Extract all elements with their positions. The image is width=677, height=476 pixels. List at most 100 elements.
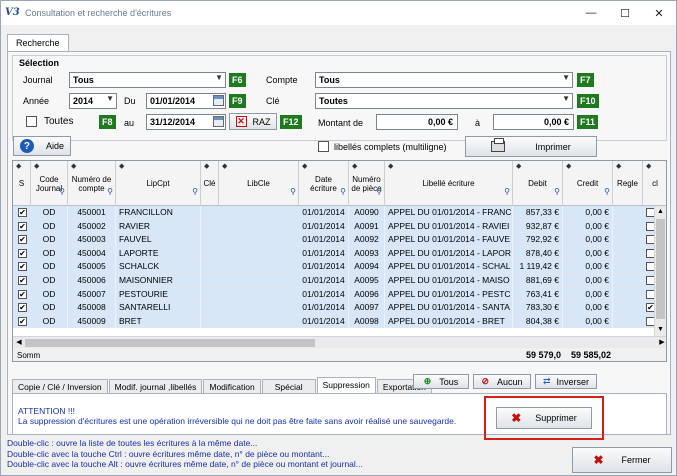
libelles-checkbox[interactable] bbox=[318, 141, 329, 152]
row-select-checkbox[interactable]: ✔ bbox=[18, 303, 27, 313]
col-lipcpt[interactable]: ◆ LipCpt ⚲ bbox=[116, 161, 201, 206]
cell-nom: RAVIER bbox=[116, 219, 201, 234]
aucun-button[interactable]: ⊘ Aucun bbox=[473, 374, 531, 389]
montant-from-input[interactable]: 0,00 € bbox=[376, 114, 458, 130]
col-cle[interactable]: ◆ Clé bbox=[201, 161, 219, 206]
chevron-down-icon: ▼ bbox=[562, 94, 570, 103]
table-row[interactable]: ✔ OD 450008 SANTARELLI 01/01/2014 A0097 APPEL … bbox=[13, 301, 656, 315]
cell-credit: 0,00 € bbox=[563, 219, 613, 234]
calendar-icon[interactable] bbox=[213, 95, 224, 106]
plus-icon: ⊕ bbox=[423, 376, 432, 386]
row-select-checkbox[interactable]: ✔ bbox=[18, 221, 27, 231]
row-select-checkbox[interactable]: ✔ bbox=[18, 262, 27, 272]
search-icon[interactable]: ⚲ bbox=[107, 187, 113, 196]
imprimer-button[interactable]: Imprimer bbox=[465, 136, 597, 157]
date-from-input[interactable]: 01/01/2014 bbox=[146, 93, 226, 109]
minimize-button[interactable]: — bbox=[574, 1, 608, 25]
cell-journal: OD bbox=[31, 219, 68, 234]
search-icon[interactable]: ⚲ bbox=[59, 187, 65, 196]
col-code-journal[interactable]: ◆ Code Journal ⚲ bbox=[31, 161, 68, 206]
cell-piece: A0090 bbox=[349, 206, 385, 220]
table-row[interactable]: ✔ OD 450002 RAVIER 01/01/2014 A0091 APPEL DU 0… bbox=[13, 219, 656, 234]
tab-recherche[interactable]: Recherche bbox=[7, 34, 69, 52]
col-date-ecriture[interactable]: ◆ Date écriture ⚲ bbox=[299, 161, 349, 206]
tous-button[interactable]: ⊕ Tous bbox=[413, 374, 469, 389]
montant-to-input[interactable]: 0,00 € bbox=[493, 114, 574, 130]
cell-compte: 450004 bbox=[68, 246, 116, 261]
col-cl-label: cl bbox=[652, 179, 658, 188]
cell-journal: OD bbox=[31, 301, 68, 315]
search-icon[interactable]: ⚲ bbox=[604, 187, 610, 196]
date-to-input[interactable]: 31/12/2014 bbox=[146, 114, 226, 130]
table-row[interactable]: ✔ OD 450006 MAISONNIER 01/01/2014 A0095 APPEL … bbox=[13, 273, 656, 288]
scroll-thumb[interactable] bbox=[656, 219, 665, 319]
sum-debit: 59 579,0 bbox=[525, 350, 561, 360]
table-row[interactable]: ✔ OD 450003 FAUVEL 01/01/2014 A0092 APPEL DU 0… bbox=[13, 233, 656, 247]
scroll-down-icon[interactable]: ▼ bbox=[655, 324, 666, 336]
tab-modification[interactable]: Modification bbox=[203, 379, 261, 394]
search-icon[interactable]: ⚲ bbox=[554, 187, 560, 196]
annee-select[interactable]: 2014 ▼ bbox=[69, 93, 117, 109]
table-row[interactable]: ✔ OD 450009 BRET 01/01/2014 A0098 APPEL DU 01/… bbox=[13, 314, 656, 329]
vertical-scrollbar[interactable]: ▲ ▼ bbox=[654, 206, 666, 336]
row-select-checkbox[interactable]: ✔ bbox=[18, 289, 27, 299]
search-icon[interactable]: ⚲ bbox=[340, 187, 346, 196]
toutes-checkbox[interactable] bbox=[26, 116, 37, 127]
col-libelle[interactable]: ◆ Libellé écriture ⚲ bbox=[385, 161, 513, 206]
swap-icon: ⇄ bbox=[542, 376, 551, 386]
title-bar: V3 Consultation et recherche d'écritures… bbox=[1, 1, 676, 25]
col-regle[interactable]: ◆ Regle bbox=[613, 161, 643, 206]
row-select-checkbox[interactable]: ✔ bbox=[18, 235, 27, 245]
tab-modif-journal[interactable]: Modif. journal ,libellés bbox=[108, 379, 203, 394]
row-select-checkbox[interactable]: ✔ bbox=[18, 316, 27, 326]
compte-select[interactable]: Tous ▼ bbox=[315, 72, 573, 88]
inverser-button[interactable]: ⇄ Inverser bbox=[535, 374, 597, 389]
col-cl[interactable]: ◆ cl bbox=[643, 161, 666, 206]
maximize-button[interactable]: ☐ bbox=[608, 1, 642, 25]
tab-copie[interactable]: Copie / Clé / Inversion bbox=[12, 379, 108, 394]
scroll-up-icon[interactable]: ▲ bbox=[655, 206, 666, 218]
supprimer-button[interactable]: ✖ Supprimer bbox=[496, 407, 592, 429]
journal-select[interactable]: Tous ▼ bbox=[69, 72, 226, 88]
col-cle-label: Clé bbox=[203, 179, 216, 188]
table-row[interactable]: ✔ OD 450005 SCHALCK 01/01/2014 A0094 APPEL DU … bbox=[13, 260, 656, 274]
cell-compte: 450007 bbox=[68, 287, 116, 302]
cle-select[interactable]: Toutes ▼ bbox=[315, 93, 573, 109]
tab-suppression[interactable]: Suppression bbox=[316, 377, 376, 394]
col-s[interactable]: ◆ S bbox=[13, 161, 31, 206]
row-select-checkbox[interactable]: ✔ bbox=[18, 275, 27, 285]
calendar-icon[interactable] bbox=[213, 116, 224, 127]
col-credit[interactable]: ◆ Credit ⚲ bbox=[563, 161, 613, 206]
suppression-panel: ATTENTION !!! La suppression d'écritures… bbox=[12, 393, 667, 440]
horizontal-scrollbar[interactable]: ◀ ▶ bbox=[13, 336, 666, 348]
search-icon[interactable]: ⚲ bbox=[192, 187, 198, 196]
cell-date: 01/01/2014 bbox=[299, 233, 349, 247]
row-select-checkbox[interactable]: ✔ bbox=[18, 248, 27, 258]
raz-button[interactable]: ✕ RAZ bbox=[229, 113, 277, 130]
col-numero-compte[interactable]: ◆ Numéro de compte ⚲ bbox=[68, 161, 116, 206]
cell-libelle: APPEL DU 01/01/2014 - SCHAL bbox=[385, 260, 513, 274]
col-numero-piece[interactable]: ◆ Numéro de pièce ⚲ bbox=[349, 161, 385, 206]
search-icon[interactable]: ⚲ bbox=[376, 187, 382, 196]
table-row[interactable]: ✔ OD 450007 PESTOURIE 01/01/2014 A0096 APPEL D… bbox=[13, 287, 656, 302]
search-icon[interactable]: ⚲ bbox=[290, 187, 296, 196]
fermer-button[interactable]: ✖ Fermer bbox=[572, 447, 672, 473]
scroll-thumb[interactable] bbox=[25, 339, 315, 347]
cell-credit: 0,00 € bbox=[563, 301, 613, 315]
cell-nom: FRANCILLON bbox=[116, 206, 201, 220]
tab-special[interactable]: Spécial bbox=[261, 379, 316, 394]
col-debit-label: Debit bbox=[528, 179, 547, 188]
col-debit[interactable]: ◆ Debit ⚲ bbox=[513, 161, 563, 206]
aide-button[interactable]: ? Aide bbox=[13, 136, 71, 156]
cell-debit: 857,33 € bbox=[513, 206, 563, 220]
col-libcle[interactable]: ◆ LibCle ⚲ bbox=[219, 161, 299, 206]
col-credit-label: Credit bbox=[576, 179, 599, 188]
sum-credit: 59 585,02 bbox=[570, 350, 611, 360]
close-button[interactable]: ✕ bbox=[642, 1, 676, 25]
row-select-checkbox[interactable]: ✔ bbox=[18, 208, 27, 217]
search-icon[interactable]: ⚲ bbox=[504, 187, 510, 196]
table-row[interactable]: ✔ OD 450001 FRANCILLON 01/01/2014 A0090 APPEL … bbox=[13, 206, 656, 220]
raz-button-label: RAZ bbox=[252, 116, 271, 127]
table-row[interactable]: ✔ OD 450004 LAPORTE 01/01/2014 A0093 APPEL DU … bbox=[13, 246, 656, 261]
cell-libelle: APPEL DU 01/01/2014 - SANTA bbox=[385, 301, 513, 315]
